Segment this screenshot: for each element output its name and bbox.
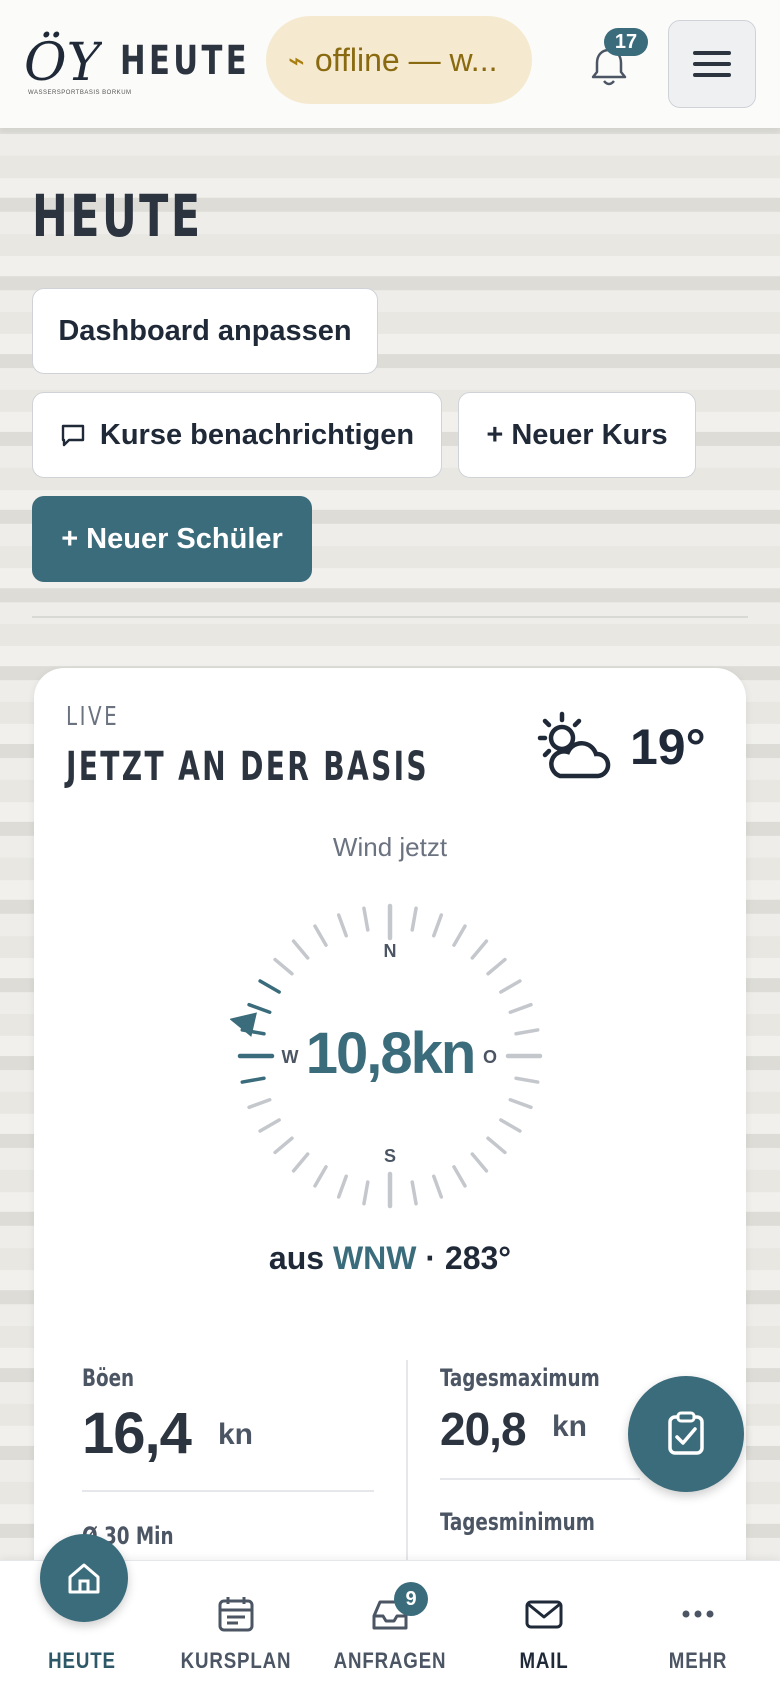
- gusts-label: Böen: [82, 1364, 135, 1392]
- wind-from-degrees: · 283°: [425, 1240, 512, 1276]
- compass-tick: [291, 939, 310, 960]
- home-icon: [68, 1563, 100, 1594]
- anfragen-badge: 9: [394, 1582, 428, 1616]
- live-label: LIVE: [66, 702, 120, 732]
- notification-count-badge: 17: [604, 28, 648, 56]
- nav-label-kursplan: KURSPLAN: [180, 1648, 292, 1673]
- compass-tick: [486, 957, 507, 976]
- compass-tick: [273, 1136, 294, 1155]
- compass-tick: [258, 979, 281, 994]
- compass-tick: [291, 1152, 310, 1173]
- customize-dashboard-label: Dashboard anpassen: [58, 314, 352, 347]
- wind-from-direction: WNW: [332, 1240, 417, 1276]
- nav-home-active[interactable]: [40, 1534, 128, 1622]
- more-dots-icon: [682, 1610, 714, 1618]
- compass-tick: [486, 1136, 507, 1155]
- nav-label-mail: MAIL: [519, 1648, 569, 1673]
- compass-south: S: [384, 1146, 396, 1166]
- day-max-label: Tagesmaximum: [440, 1364, 600, 1392]
- compass-tick: [336, 913, 348, 938]
- compass-tick: [508, 1002, 533, 1014]
- compass-tick: [499, 979, 522, 994]
- temperature: 19°: [630, 719, 706, 775]
- compass-tick: [410, 1180, 418, 1206]
- stats-divider: [440, 1478, 640, 1480]
- compass-tick: [313, 924, 328, 947]
- compass-tick: [508, 1098, 533, 1110]
- page-title: HEUTE: [32, 182, 203, 250]
- compass-tick: [410, 906, 418, 932]
- nav-label-heute: HEUTE: [48, 1648, 116, 1673]
- wind-from: aus WNW · 283°: [0, 1240, 780, 1277]
- wind-from-prefix: aus: [268, 1240, 325, 1276]
- checklist-fab[interactable]: [628, 1376, 744, 1492]
- mail-icon: [525, 1600, 563, 1629]
- compass-tick: [313, 1165, 328, 1188]
- wind-speed: 10,8kn: [305, 1021, 477, 1086]
- menu-button[interactable]: [668, 20, 756, 108]
- notify-courses-label: Kurse benachrichtigen: [99, 418, 415, 451]
- new-student-label: + Neuer Schüler: [61, 522, 283, 555]
- section-divider: [32, 616, 748, 618]
- compass-tick: [362, 1180, 370, 1206]
- new-course-button[interactable]: + Neuer Kurs: [458, 392, 696, 478]
- day-max-unit: kn: [552, 1410, 588, 1443]
- bolt-icon: ⌁: [288, 44, 305, 76]
- chat-icon: [61, 424, 85, 447]
- gusts-unit: kn: [218, 1418, 254, 1451]
- nav-label-anfragen: ANFRAGEN: [333, 1648, 447, 1673]
- compass-tick: [273, 957, 294, 976]
- compass-tick: [247, 1098, 272, 1110]
- hamburger-icon: [693, 51, 731, 55]
- offline-status-text: offline — w...: [314, 41, 498, 78]
- new-course-label: + Neuer Kurs: [486, 418, 668, 451]
- compass-tick: [499, 1118, 522, 1133]
- calendar-icon: [218, 1597, 254, 1632]
- nav-item-anfragen[interactable]: ANFRAGEN: [312, 1560, 468, 1688]
- app-title: HEUTE: [120, 38, 251, 84]
- svg-text:ÖY: ÖY: [24, 32, 102, 93]
- compass-tick: [336, 1174, 348, 1199]
- compass-tick: [452, 1165, 467, 1188]
- notify-courses-button[interactable]: Kurse benachrichtigen: [32, 392, 442, 478]
- brand-logo-subtitle: WASSERSPORTBASIS BORKUM: [28, 90, 132, 96]
- customize-dashboard-button[interactable]: Dashboard anpassen: [32, 288, 378, 374]
- weather-card-title: JETZT AN DER BASIS: [66, 744, 429, 790]
- day-max-value: 20,8: [440, 1403, 527, 1455]
- brand-logo[interactable]: ÖY: [22, 26, 102, 98]
- gusts-value: 16,4: [82, 1401, 192, 1466]
- compass-tick: [432, 913, 444, 938]
- offline-status-pill[interactable]: ⌁ offline — w...: [266, 16, 532, 104]
- compass-north: N: [384, 941, 397, 961]
- nav-item-kursplan[interactable]: KURSPLAN: [158, 1560, 314, 1688]
- compass-tick: [432, 1174, 444, 1199]
- wind-now-label: Wind jetzt: [332, 832, 448, 862]
- nav-item-mehr[interactable]: MEHR: [620, 1560, 776, 1688]
- compass-tick: [470, 939, 489, 960]
- compass-tick: [247, 1002, 272, 1014]
- compass-tick: [362, 906, 370, 932]
- compass-tick: [452, 924, 467, 947]
- partly-cloudy-icon: [537, 711, 611, 779]
- compass-tick: [258, 1118, 281, 1133]
- compass-tick: [470, 1152, 489, 1173]
- stats-divider: [82, 1490, 374, 1492]
- nav-item-mail[interactable]: MAIL: [466, 1560, 622, 1688]
- day-min-label: Tagesminimum: [440, 1508, 595, 1536]
- nav-label-mehr: MEHR: [668, 1648, 728, 1673]
- new-student-button[interactable]: + Neuer Schüler: [32, 496, 312, 582]
- clipboard-check-icon: [668, 1411, 704, 1455]
